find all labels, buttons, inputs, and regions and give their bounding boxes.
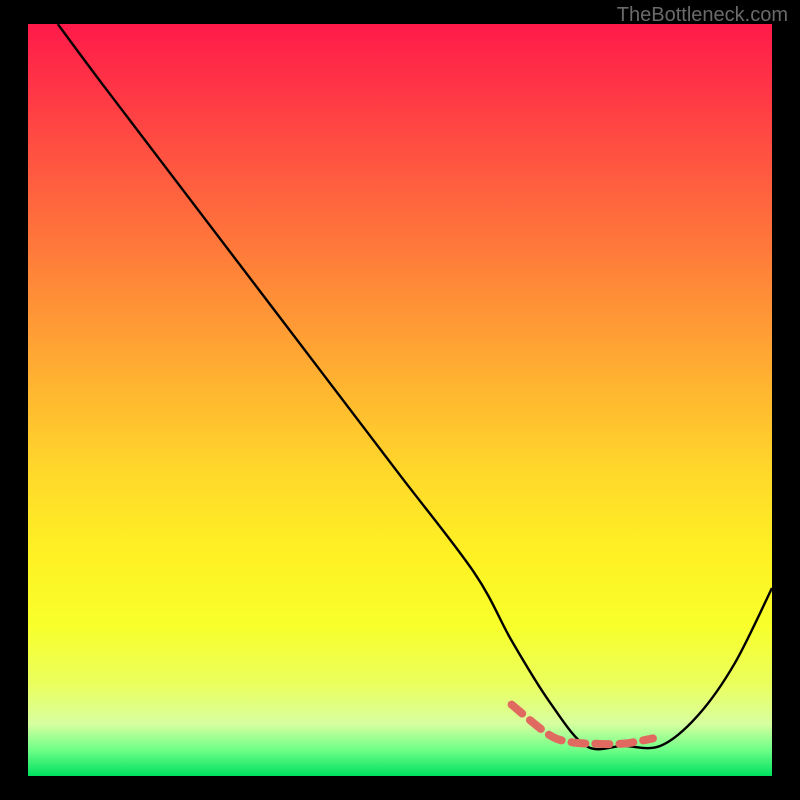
watermark-text: TheBottleneck.com (617, 4, 788, 27)
curve-layer (28, 24, 772, 776)
optimal-range-marker (512, 705, 653, 745)
plot-area (28, 24, 772, 776)
bottleneck-curve (58, 24, 772, 749)
